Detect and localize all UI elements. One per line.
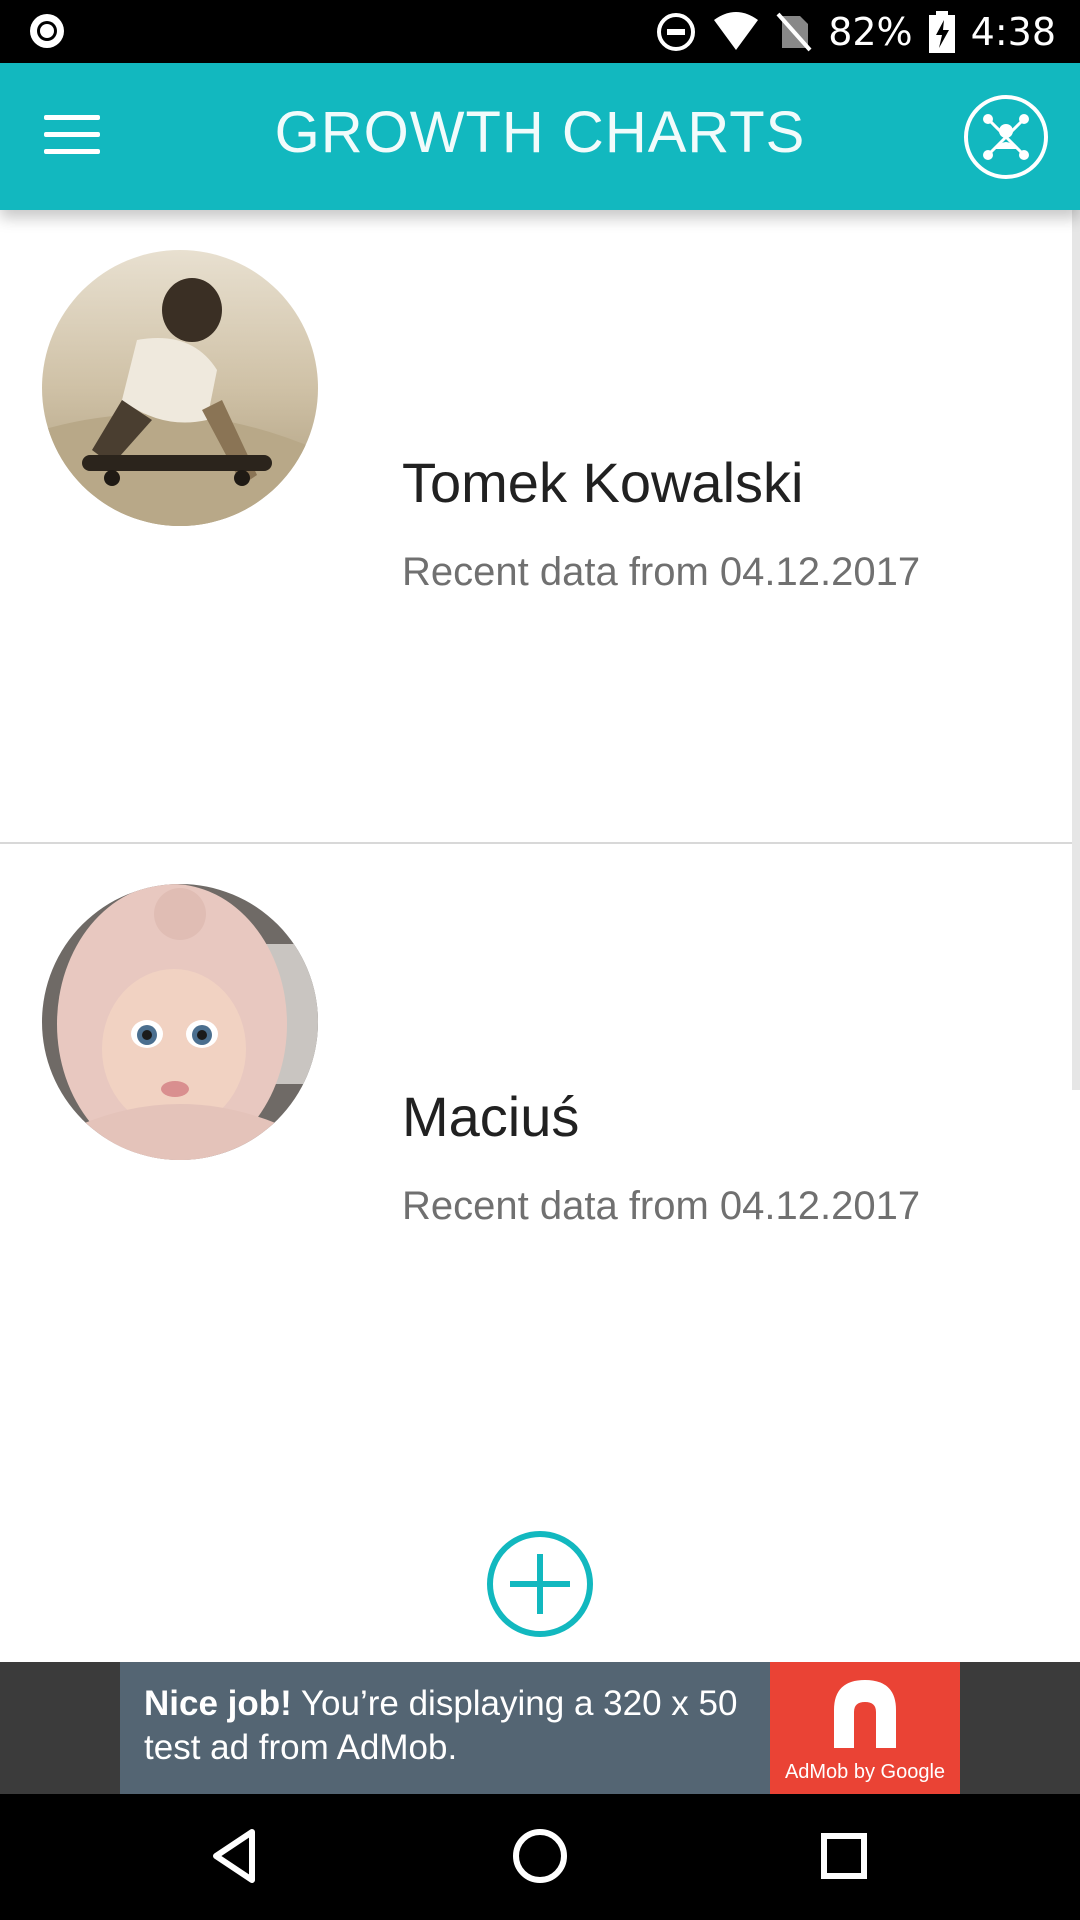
baby-in-knit-hat-photo <box>42 884 318 1160</box>
app-bar: GROWTH CHARTS <box>0 63 1080 210</box>
home-icon[interactable] <box>508 1824 572 1888</box>
avatar <box>42 250 318 526</box>
no-sim-icon <box>776 12 812 51</box>
ad-bold-text: Nice job! <box>144 1684 292 1723</box>
status-bar: 82% 4:38 <box>0 0 1080 63</box>
scrollbar[interactable] <box>1072 210 1080 1090</box>
recents-icon[interactable] <box>812 1824 876 1888</box>
admob-caption: AdMob by Google <box>784 1761 946 1783</box>
clock: 4:38 <box>970 9 1056 54</box>
ad-text: Nice job! You’re displaying a 320 x 50 t… <box>120 1662 770 1794</box>
child-recent-data: Recent data from 04.12.2017 <box>402 1184 921 1228</box>
system-navigation-bar <box>0 1794 1080 1920</box>
children-list: Tomek Kowalski Recent data from 04.12.20… <box>0 210 1080 1478</box>
child-list-item[interactable]: Maciuś Recent data from 04.12.2017 <box>0 844 1080 1478</box>
app-title: GROWTH CHARTS <box>274 100 806 165</box>
do-not-disturb-icon <box>657 12 696 51</box>
network-share-icon[interactable] <box>964 95 1048 179</box>
battery-percent: 82% <box>828 9 913 54</box>
battery-charging-icon <box>928 10 955 53</box>
child-name: Tomek Kowalski <box>402 451 804 514</box>
admob-logo: AdMob by Google <box>770 1662 960 1794</box>
ad-banner-area: Nice job! You’re displaying a 320 x 50 t… <box>0 1662 1080 1794</box>
child-list-item[interactable]: Tomek Kowalski Recent data from 04.12.20… <box>0 210 1080 844</box>
child-recent-data: Recent data from 04.12.2017 <box>402 550 921 594</box>
child-name: Maciuś <box>402 1085 580 1148</box>
wifi-icon <box>714 11 759 50</box>
add-circle-icon[interactable] <box>486 1530 594 1638</box>
network-share-glyph <box>983 114 1029 160</box>
boy-on-skateboard-photo <box>42 250 318 526</box>
admob-logo-icon <box>834 1680 896 1748</box>
add-child-area <box>0 1476 1080 1662</box>
avatar <box>42 884 318 1160</box>
test-ad-banner[interactable]: Nice job! You’re displaying a 320 x 50 t… <box>120 1662 960 1794</box>
back-icon[interactable] <box>204 1824 268 1888</box>
record-icon <box>30 14 64 48</box>
